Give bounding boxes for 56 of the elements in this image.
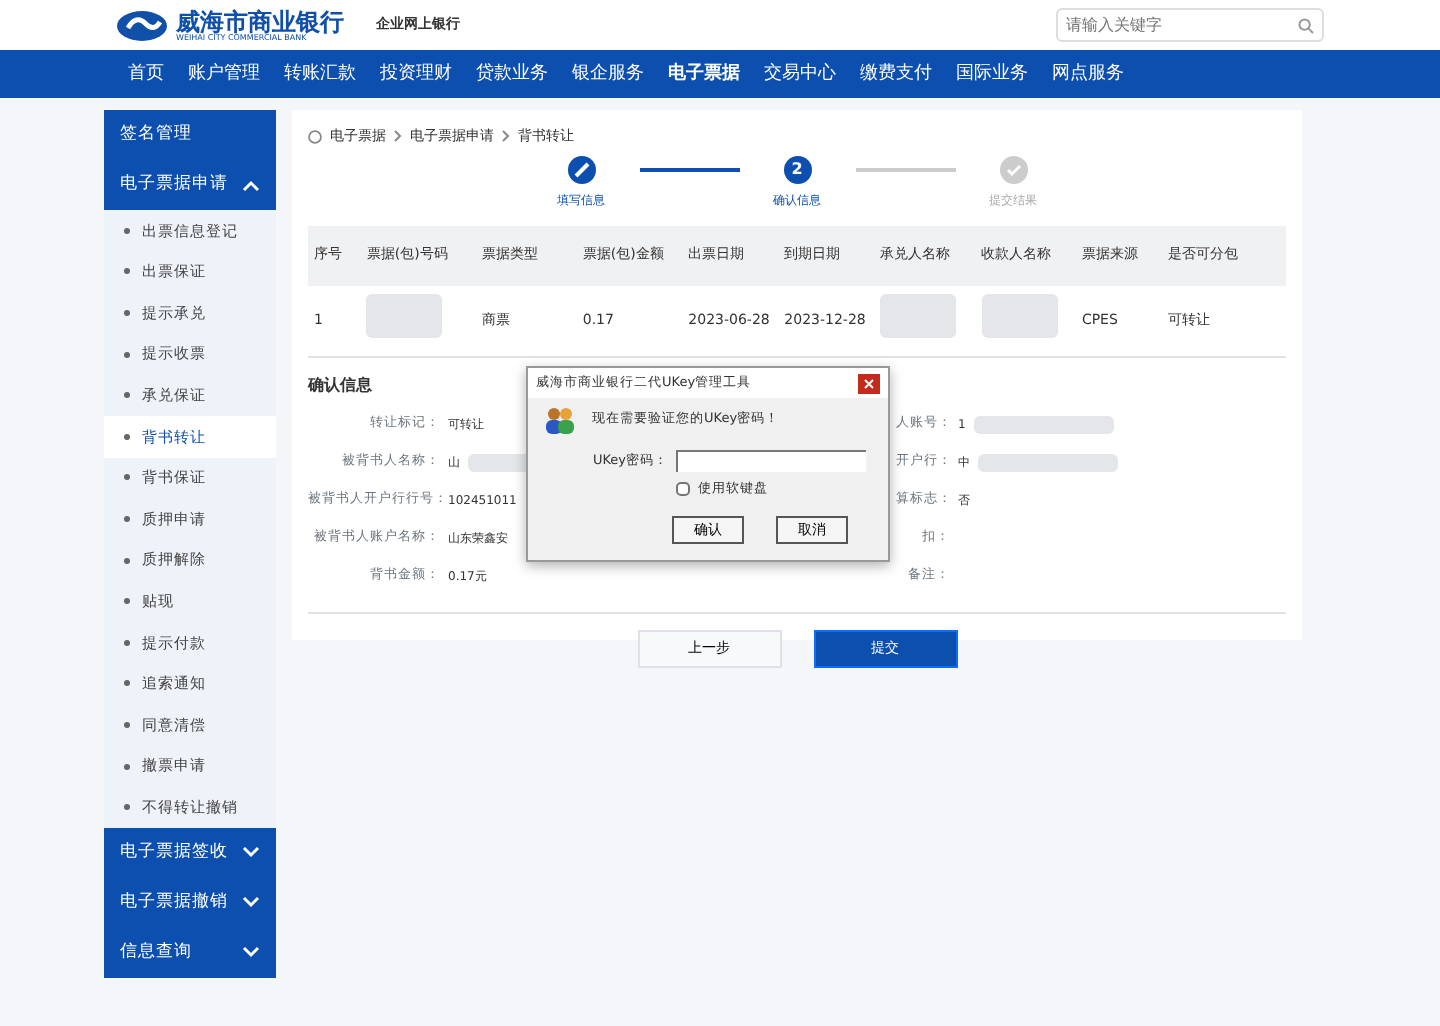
soft-keyboard-checkbox[interactable] xyxy=(676,482,690,497)
bank-name: 威海市商业银行 xyxy=(176,9,344,33)
bullet-icon xyxy=(124,474,130,481)
nav-link-item[interactable]: 交易中心 xyxy=(752,50,848,98)
sidebar-group[interactable]: 签名管理 xyxy=(104,110,276,160)
bullet-icon xyxy=(124,557,130,564)
sidebar-group-label: 电子票据申请 xyxy=(120,172,228,198)
sidebar-group-label: 签名管理 xyxy=(120,122,192,148)
chevron-right-icon xyxy=(394,130,402,143)
sidebar-group[interactable]: 电子票据申请 xyxy=(104,160,276,210)
sidebar-group-label: 电子票据撤销 xyxy=(120,890,228,916)
bullet-icon xyxy=(124,804,130,811)
close-icon[interactable] xyxy=(858,373,880,393)
nav-link-item[interactable]: 账户管理 xyxy=(176,50,272,98)
nav-link-item[interactable]: 国际业务 xyxy=(944,50,1040,98)
bullet-icon xyxy=(124,763,130,770)
nav-link-item[interactable]: 缴费支付 xyxy=(848,50,944,98)
bullet-icon xyxy=(124,392,130,399)
nav-link-item[interactable]: 投资理财 xyxy=(368,50,464,98)
password-field[interactable] xyxy=(676,450,866,472)
redacted-block xyxy=(981,294,1058,339)
step-number: 2 xyxy=(783,155,811,183)
bank-logo-icon xyxy=(116,9,168,41)
sidebar-group-label: 信息查询 xyxy=(120,940,192,966)
bullet-icon xyxy=(124,433,130,440)
chevron-icon[interactable] xyxy=(242,179,260,191)
bullet-icon xyxy=(124,680,130,687)
bullet-icon xyxy=(124,639,130,646)
bullet-icon xyxy=(124,309,130,316)
chevron-icon[interactable] xyxy=(242,946,260,959)
sidebar-group-label: 电子票据签收 xyxy=(120,840,228,866)
nav-link-item[interactable]: 贷款业务 xyxy=(464,50,560,98)
sidebar-group[interactable]: 电子票据撤销 xyxy=(104,877,276,928)
bullet-icon xyxy=(124,515,130,522)
redacted-block xyxy=(880,294,957,339)
nav-link-item[interactable]: 银企服务 xyxy=(560,50,656,98)
bullet-icon xyxy=(124,721,130,728)
bullet-icon xyxy=(124,351,130,358)
search-icon[interactable] xyxy=(1298,18,1314,34)
redacted-block xyxy=(366,294,443,339)
chevron-icon[interactable] xyxy=(242,846,260,859)
bullet-icon xyxy=(124,268,130,275)
search-field[interactable]: 请输入关键字 xyxy=(1056,8,1324,42)
bullet-icon xyxy=(124,227,130,234)
sidebar-group[interactable]: 电子票据签收 xyxy=(104,827,276,878)
nav-link-item[interactable]: 首页 xyxy=(116,50,176,98)
nav-link-item[interactable]: 转账汇款 xyxy=(272,50,368,98)
nav-link-item[interactable]: 网点服务 xyxy=(1040,50,1136,98)
section-title: 确认信息 xyxy=(308,373,372,397)
users-icon xyxy=(544,406,576,434)
bullet-icon xyxy=(124,598,130,605)
chevron-right-icon xyxy=(502,130,510,143)
sidebar-group[interactable]: 信息查询 xyxy=(104,927,276,978)
chevron-icon[interactable] xyxy=(242,896,260,909)
home-icon xyxy=(308,129,322,144)
nav-link-item[interactable]: 电子票据 xyxy=(656,50,752,98)
